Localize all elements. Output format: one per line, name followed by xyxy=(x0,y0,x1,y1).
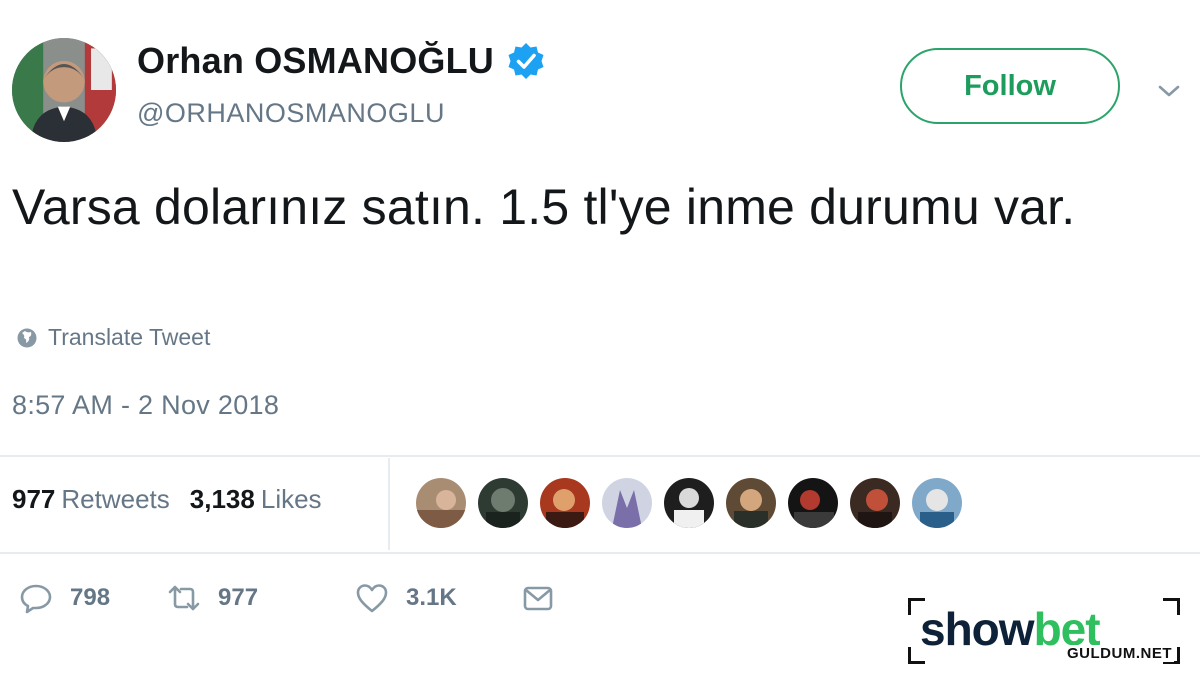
liker-avatar[interactable] xyxy=(664,478,714,528)
user-handle[interactable]: @ORHANOSMANOGLU xyxy=(137,98,445,129)
tweet-actions: 798 977 3.1K xyxy=(18,580,556,616)
liker-avatar[interactable] xyxy=(602,478,652,528)
stats-divider xyxy=(388,458,390,550)
translate-tweet-label: Translate Tweet xyxy=(48,324,211,350)
globe-icon xyxy=(17,328,37,347)
engagement-stats: 977 Retweets 3,138 Likes xyxy=(12,484,322,515)
liker-avatar[interactable] xyxy=(726,478,776,528)
retweet-icon xyxy=(168,585,200,611)
showbet-watermark: showbet GULDUM.NET xyxy=(908,598,1180,664)
profile-avatar[interactable] xyxy=(12,38,116,142)
likes-count: 3,138 xyxy=(189,484,255,514)
profile-avatar-image xyxy=(12,38,116,142)
retweets-count: 977 xyxy=(12,484,56,514)
likes-label: Likes xyxy=(260,484,322,514)
chevron-down-icon[interactable] xyxy=(1152,74,1186,108)
retweet-count: 977 xyxy=(218,584,259,611)
liker-avatar[interactable] xyxy=(850,478,900,528)
liker-avatar[interactable] xyxy=(478,478,528,528)
liker-avatar[interactable] xyxy=(540,478,590,528)
retweets-stat[interactable]: 977 Retweets xyxy=(12,484,170,515)
heart-icon xyxy=(356,584,388,613)
like-count: 3.1K xyxy=(406,584,457,611)
divider-bottom xyxy=(0,552,1200,554)
tweet-text: Varsa dolarınız satın. 1.5 tl'ye inme du… xyxy=(12,179,1076,235)
watermark-corner xyxy=(1163,598,1180,615)
divider-top xyxy=(0,455,1200,457)
follow-button[interactable]: Follow xyxy=(900,48,1120,124)
watermark-site: GULDUM.NET xyxy=(1065,645,1174,662)
tweet-timestamp[interactable]: 8:57 AM - 2 Nov 2018 xyxy=(12,390,279,421)
reply-count: 798 xyxy=(70,584,111,611)
reply-icon xyxy=(20,584,52,614)
liker-avatar[interactable] xyxy=(416,478,466,528)
verified-badge-icon xyxy=(508,43,544,79)
user-name-row: Orhan OSMANOĞLU xyxy=(137,40,546,82)
like-button[interactable]: 3.1K xyxy=(354,580,520,616)
display-name[interactable]: Orhan OSMANOĞLU xyxy=(137,40,494,82)
message-button[interactable] xyxy=(520,580,556,616)
liker-avatar[interactable] xyxy=(788,478,838,528)
retweets-label: Retweets xyxy=(61,484,170,514)
reply-button[interactable]: 798 xyxy=(18,580,166,616)
liker-avatars xyxy=(416,478,962,528)
likes-stat[interactable]: 3,138 Likes xyxy=(190,484,322,515)
translate-tweet-link[interactable]: Translate Tweet xyxy=(16,324,210,351)
envelope-icon xyxy=(523,586,553,611)
liker-avatar[interactable] xyxy=(912,478,962,528)
retweet-button[interactable]: 977 xyxy=(166,580,354,616)
